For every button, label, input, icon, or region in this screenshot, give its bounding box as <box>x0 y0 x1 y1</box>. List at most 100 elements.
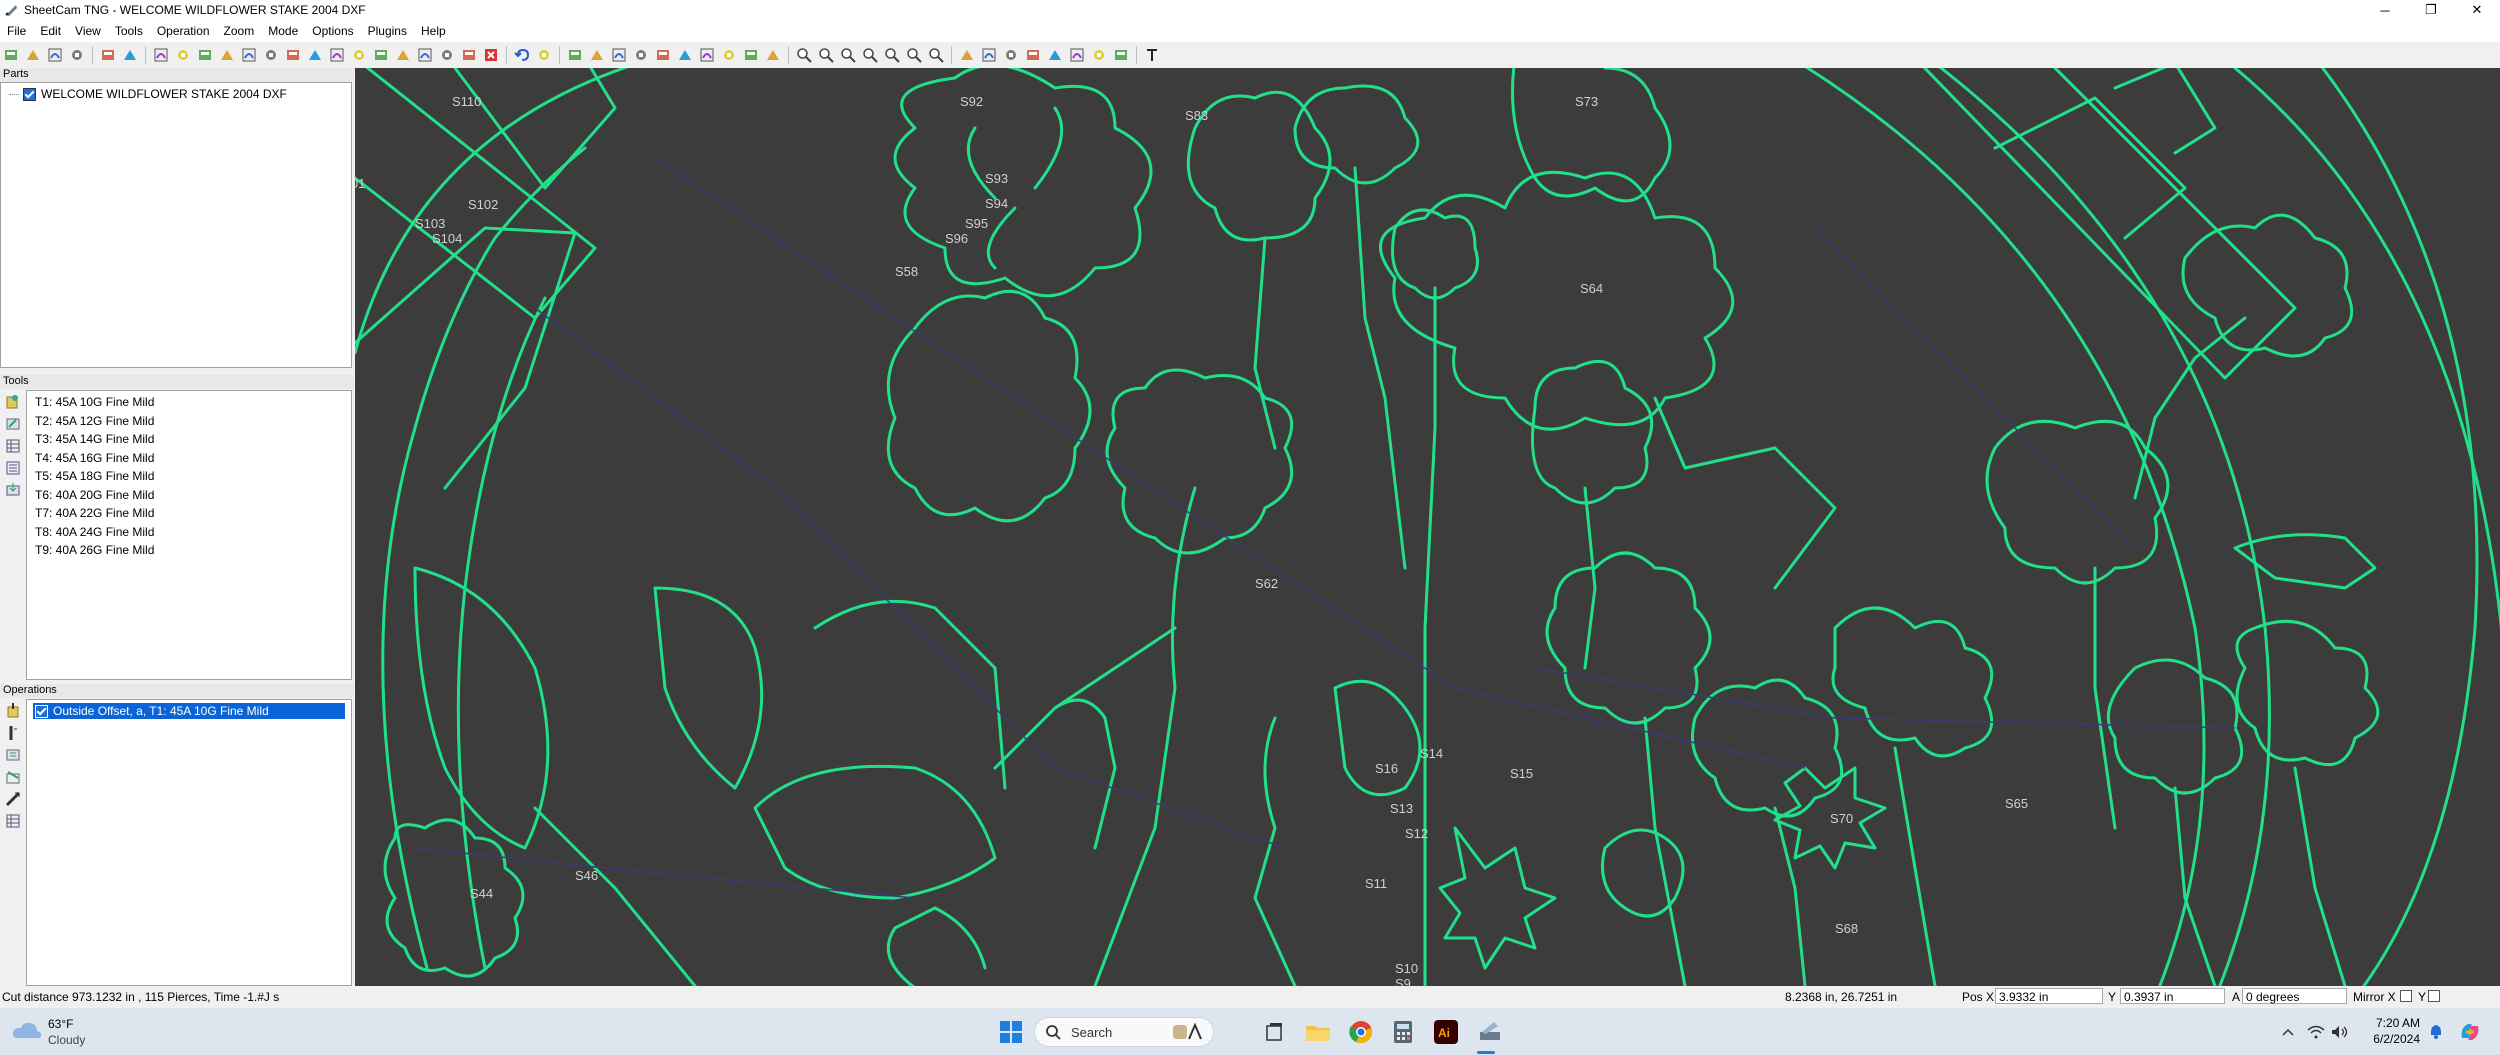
pocket-op-icon[interactable] <box>3 745 23 765</box>
tap-icon[interactable] <box>305 45 325 65</box>
check-icon[interactable] <box>763 45 783 65</box>
zoom-fit-icon[interactable] <box>838 45 858 65</box>
grid-icon[interactable] <box>719 45 739 65</box>
drill2-icon[interactable] <box>283 45 303 65</box>
cutout-icon[interactable] <box>239 45 259 65</box>
pos-x-field[interactable]: 3.9332 in <box>1995 988 2103 1004</box>
copy-icon[interactable] <box>349 45 369 65</box>
align-icon[interactable] <box>371 45 391 65</box>
zoom-out-icon[interactable] <box>816 45 836 65</box>
menu-zoom[interactable]: Zoom <box>217 24 262 38</box>
task-view-icon[interactable] <box>1258 1016 1290 1048</box>
tool-item[interactable]: T8: 40A 24G Fine Mild <box>27 523 351 542</box>
code-icon[interactable] <box>741 45 761 65</box>
measure-icon[interactable] <box>653 45 673 65</box>
illustrator-icon[interactable]: Ai <box>1430 1016 1462 1048</box>
tool-item[interactable]: T3: 45A 14G Fine Mild <box>27 430 351 449</box>
zoom-sheet-icon[interactable] <box>926 45 946 65</box>
tool-list-icon[interactable] <box>3 458 23 478</box>
new-icon[interactable] <box>1 45 21 65</box>
new-tool-icon[interactable] <box>3 392 23 412</box>
pocket-icon[interactable] <box>217 45 237 65</box>
cut-paths[interactable]: S110 S102 S103 S101 S104 S92 S93 S94 S95S96 S83 S7… <box>355 68 2500 986</box>
menu-file[interactable]: File <box>0 24 33 38</box>
parts-tree[interactable]: WELCOME WILDFLOWER STAKE 2004 DXF <box>0 82 352 368</box>
calculator-icon[interactable] <box>98 45 118 65</box>
y-field[interactable]: 0.3937 in <box>2120 988 2225 1004</box>
scale-icon[interactable] <box>437 45 457 65</box>
sheetcam-app-icon[interactable] <box>1474 1016 1506 1048</box>
curve-icon[interactable] <box>631 45 651 65</box>
layer-icon[interactable] <box>534 45 554 65</box>
jet-icon[interactable] <box>173 45 193 65</box>
minimize-button[interactable]: ─ <box>2362 0 2408 20</box>
node-icon[interactable] <box>675 45 695 65</box>
tool-item[interactable]: T5: 45A 18G Fine Mild <box>27 467 351 486</box>
menu-options[interactable]: Options <box>305 24 360 38</box>
tool-item[interactable]: T4: 45A 16G Fine Mild <box>27 449 351 468</box>
close-button[interactable]: ✕ <box>2454 0 2500 20</box>
menu-tools[interactable]: Tools <box>108 24 150 38</box>
calculator-app-icon[interactable] <box>1387 1016 1419 1048</box>
start-icon[interactable] <box>995 1016 1027 1048</box>
part-checkbox[interactable] <box>23 88 36 102</box>
tool-item[interactable]: T2: 45A 12G Fine Mild <box>27 412 351 431</box>
undo-icon[interactable] <box>512 45 532 65</box>
part-item[interactable]: WELCOME WILDFLOWER STAKE 2004 DXF <box>9 87 287 102</box>
line-icon[interactable] <box>697 45 717 65</box>
pointer-icon[interactable] <box>957 45 977 65</box>
clock-date[interactable]: 6/2/2024 <box>2354 1032 2420 1046</box>
cloud-icon[interactable] <box>10 1018 44 1044</box>
sheet-icon[interactable] <box>565 45 585 65</box>
drill-icon[interactable] <box>151 45 171 65</box>
maximize-button[interactable]: ❐ <box>2408 0 2454 20</box>
rotate-icon[interactable] <box>415 45 435 65</box>
drill-op-icon[interactable] <box>3 701 23 721</box>
zoom-in-icon[interactable] <box>794 45 814 65</box>
text-icon[interactable] <box>1142 45 1162 65</box>
engrave-icon[interactable] <box>261 45 281 65</box>
operation-checkbox[interactable] <box>35 705 48 719</box>
operations-list[interactable]: Outside Offset, a, T1: 45A 10G Fine Mild <box>26 699 352 986</box>
file-explorer-icon[interactable] <box>1302 1016 1334 1048</box>
tool-table-icon[interactable] <box>3 436 23 456</box>
edit-path-icon[interactable] <box>1045 45 1065 65</box>
clock-time[interactable]: 7:20 AM <box>2354 1016 2420 1030</box>
copilot-icon[interactable] <box>2454 1016 2486 1048</box>
mirror-icon[interactable] <box>393 45 413 65</box>
engrave-op-icon[interactable] <box>3 767 23 787</box>
move-icon[interactable] <box>979 45 999 65</box>
nest-part-icon[interactable] <box>1023 45 1043 65</box>
tool-item[interactable]: T6: 40A 20G Fine Mild <box>27 486 351 505</box>
delete-icon[interactable] <box>481 45 501 65</box>
origin-icon[interactable] <box>1067 45 1087 65</box>
menu-plugins[interactable]: Plugins <box>361 24 414 38</box>
start-point-icon[interactable] <box>1089 45 1109 65</box>
tap-op-icon[interactable] <box>3 789 23 809</box>
rotate-part-icon[interactable] <box>1001 45 1021 65</box>
frame-icon[interactable] <box>1111 45 1131 65</box>
tool-import-icon[interactable] <box>3 480 23 500</box>
menu-help[interactable]: Help <box>414 24 453 38</box>
drawing-canvas[interactable]: S110 S102 S103 S101 S104 S92 S93 S94 S95S96 S83 S7… <box>355 68 2500 986</box>
mirror-y-checkbox[interactable] <box>2428 990 2440 1002</box>
zoom-part-icon[interactable] <box>904 45 924 65</box>
wifi-icon[interactable] <box>2304 1016 2328 1048</box>
post-icon[interactable] <box>120 45 140 65</box>
profile-icon[interactable] <box>195 45 215 65</box>
volume-icon[interactable] <box>2328 1016 2352 1048</box>
tool-item[interactable]: T1: 45A 10G Fine Mild <box>27 393 351 412</box>
tool-item[interactable]: T7: 40A 22G Fine Mild <box>27 504 351 523</box>
path-icon[interactable] <box>609 45 629 65</box>
chrome-icon[interactable] <box>1345 1016 1377 1048</box>
mirror-x-checkbox[interactable] <box>2400 990 2412 1002</box>
profile-op-icon[interactable] <box>3 723 23 743</box>
operation-item[interactable]: Outside Offset, a, T1: 45A 10G Fine Mild <box>33 703 345 719</box>
taskbar-search[interactable]: Search <box>1034 1017 1214 1047</box>
a-field[interactable]: 0 degrees <box>2242 988 2347 1004</box>
menu-view[interactable]: View <box>68 24 108 38</box>
save-icon[interactable] <box>45 45 65 65</box>
op-table-icon[interactable] <box>3 811 23 831</box>
tools-list[interactable]: T1: 45A 10G Fine Mild T2: 45A 12G Fine M… <box>26 390 352 680</box>
edit-tool-icon[interactable] <box>3 414 23 434</box>
